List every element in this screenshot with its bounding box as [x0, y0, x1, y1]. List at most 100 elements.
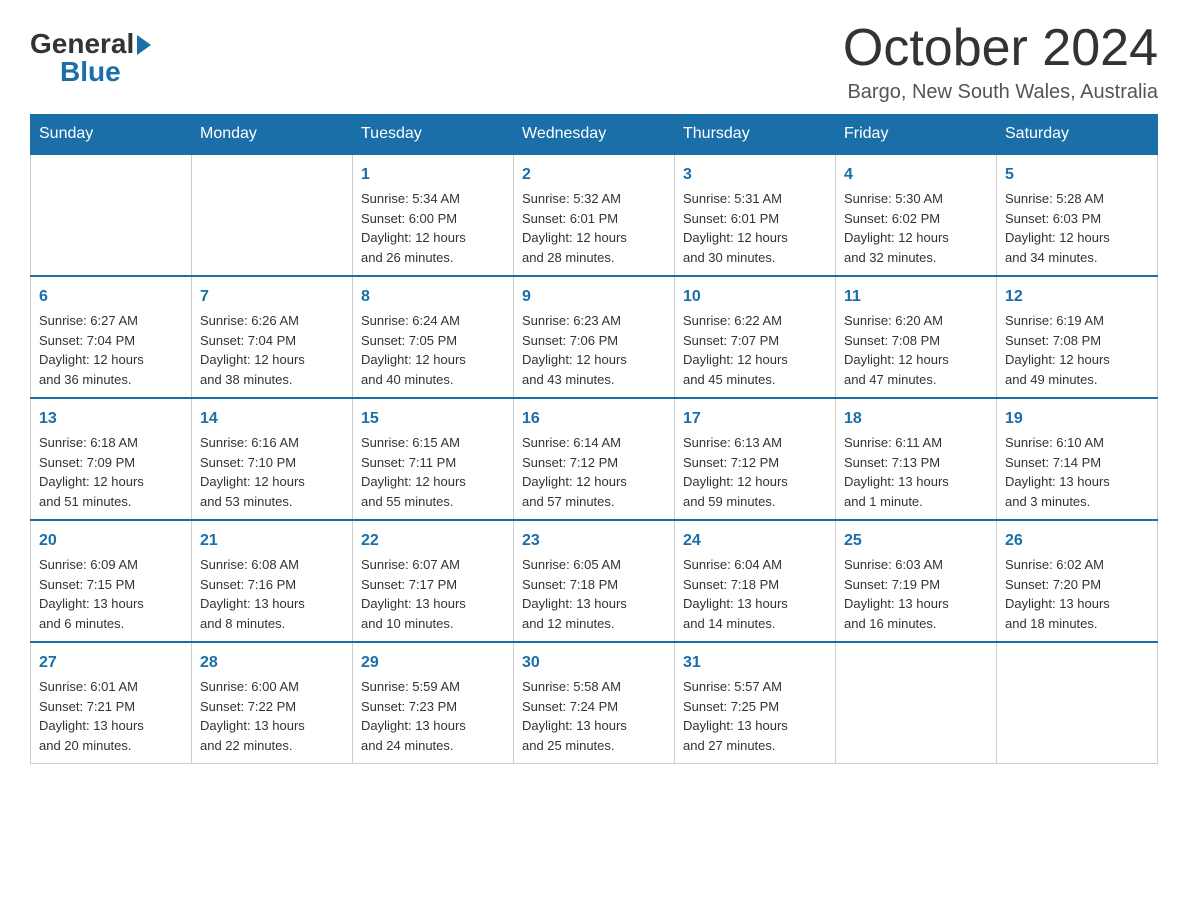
day-info: Sunrise: 6:10 AMSunset: 7:14 PMDaylight:…: [1005, 433, 1149, 511]
day-number: 26: [1005, 529, 1149, 553]
calendar-day-cell: 16Sunrise: 6:14 AMSunset: 7:12 PMDayligh…: [514, 398, 675, 520]
day-info: Sunrise: 5:58 AMSunset: 7:24 PMDaylight:…: [522, 677, 666, 755]
logo-general-text: General: [30, 30, 134, 58]
day-number: 23: [522, 529, 666, 553]
day-info: Sunrise: 6:26 AMSunset: 7:04 PMDaylight:…: [200, 311, 344, 389]
calendar-day-cell: 7Sunrise: 6:26 AMSunset: 7:04 PMDaylight…: [192, 276, 353, 398]
calendar-week-row: 27Sunrise: 6:01 AMSunset: 7:21 PMDayligh…: [31, 642, 1158, 764]
calendar-day-cell: 2Sunrise: 5:32 AMSunset: 6:01 PMDaylight…: [514, 154, 675, 276]
day-info: Sunrise: 5:28 AMSunset: 6:03 PMDaylight:…: [1005, 189, 1149, 267]
header-friday: Friday: [836, 115, 997, 155]
day-number: 17: [683, 407, 827, 431]
calendar-week-row: 20Sunrise: 6:09 AMSunset: 7:15 PMDayligh…: [31, 520, 1158, 642]
day-number: 5: [1005, 163, 1149, 187]
logo-blue-text: Blue: [60, 58, 121, 86]
calendar-day-cell: 13Sunrise: 6:18 AMSunset: 7:09 PMDayligh…: [31, 398, 192, 520]
calendar-day-cell: [836, 642, 997, 764]
day-info: Sunrise: 6:13 AMSunset: 7:12 PMDaylight:…: [683, 433, 827, 511]
day-info: Sunrise: 6:27 AMSunset: 7:04 PMDaylight:…: [39, 311, 183, 389]
day-info: Sunrise: 6:15 AMSunset: 7:11 PMDaylight:…: [361, 433, 505, 511]
page-header: General Blue October 2024 Bargo, New Sou…: [30, 20, 1158, 104]
day-info: Sunrise: 6:04 AMSunset: 7:18 PMDaylight:…: [683, 555, 827, 633]
day-number: 14: [200, 407, 344, 431]
header-tuesday: Tuesday: [353, 115, 514, 155]
day-number: 22: [361, 529, 505, 553]
day-number: 15: [361, 407, 505, 431]
location-title: Bargo, New South Wales, Australia: [843, 81, 1158, 104]
day-info: Sunrise: 6:19 AMSunset: 7:08 PMDaylight:…: [1005, 311, 1149, 389]
calendar-day-cell: 8Sunrise: 6:24 AMSunset: 7:05 PMDaylight…: [353, 276, 514, 398]
day-number: 11: [844, 285, 988, 309]
day-info: Sunrise: 6:05 AMSunset: 7:18 PMDaylight:…: [522, 555, 666, 633]
calendar-day-cell: 15Sunrise: 6:15 AMSunset: 7:11 PMDayligh…: [353, 398, 514, 520]
day-number: 24: [683, 529, 827, 553]
calendar-day-cell: 23Sunrise: 6:05 AMSunset: 7:18 PMDayligh…: [514, 520, 675, 642]
day-info: Sunrise: 6:02 AMSunset: 7:20 PMDaylight:…: [1005, 555, 1149, 633]
calendar-day-cell: 21Sunrise: 6:08 AMSunset: 7:16 PMDayligh…: [192, 520, 353, 642]
calendar-day-cell: 28Sunrise: 6:00 AMSunset: 7:22 PMDayligh…: [192, 642, 353, 764]
calendar-day-cell: 31Sunrise: 5:57 AMSunset: 7:25 PMDayligh…: [675, 642, 836, 764]
calendar-week-row: 6Sunrise: 6:27 AMSunset: 7:04 PMDaylight…: [31, 276, 1158, 398]
calendar-day-cell: 22Sunrise: 6:07 AMSunset: 7:17 PMDayligh…: [353, 520, 514, 642]
day-info: Sunrise: 6:11 AMSunset: 7:13 PMDaylight:…: [844, 433, 988, 511]
day-number: 2: [522, 163, 666, 187]
header-saturday: Saturday: [997, 115, 1158, 155]
header-wednesday: Wednesday: [514, 115, 675, 155]
day-number: 7: [200, 285, 344, 309]
day-info: Sunrise: 5:31 AMSunset: 6:01 PMDaylight:…: [683, 189, 827, 267]
day-info: Sunrise: 6:16 AMSunset: 7:10 PMDaylight:…: [200, 433, 344, 511]
calendar-day-cell: 25Sunrise: 6:03 AMSunset: 7:19 PMDayligh…: [836, 520, 997, 642]
calendar-day-cell: 18Sunrise: 6:11 AMSunset: 7:13 PMDayligh…: [836, 398, 997, 520]
calendar-day-cell: 6Sunrise: 6:27 AMSunset: 7:04 PMDaylight…: [31, 276, 192, 398]
day-number: 20: [39, 529, 183, 553]
calendar-day-cell: 29Sunrise: 5:59 AMSunset: 7:23 PMDayligh…: [353, 642, 514, 764]
header-sunday: Sunday: [31, 115, 192, 155]
day-number: 1: [361, 163, 505, 187]
day-number: 12: [1005, 285, 1149, 309]
calendar-day-cell: 12Sunrise: 6:19 AMSunset: 7:08 PMDayligh…: [997, 276, 1158, 398]
day-info: Sunrise: 5:34 AMSunset: 6:00 PMDaylight:…: [361, 189, 505, 267]
day-number: 27: [39, 651, 183, 675]
day-info: Sunrise: 5:57 AMSunset: 7:25 PMDaylight:…: [683, 677, 827, 755]
day-info: Sunrise: 6:00 AMSunset: 7:22 PMDaylight:…: [200, 677, 344, 755]
day-number: 6: [39, 285, 183, 309]
day-number: 18: [844, 407, 988, 431]
calendar-table: SundayMondayTuesdayWednesdayThursdayFrid…: [30, 114, 1158, 764]
logo-triangle-icon: [137, 35, 151, 55]
calendar-day-cell: 26Sunrise: 6:02 AMSunset: 7:20 PMDayligh…: [997, 520, 1158, 642]
calendar-day-cell: 24Sunrise: 6:04 AMSunset: 7:18 PMDayligh…: [675, 520, 836, 642]
header-monday: Monday: [192, 115, 353, 155]
day-info: Sunrise: 6:23 AMSunset: 7:06 PMDaylight:…: [522, 311, 666, 389]
calendar-day-cell: [31, 154, 192, 276]
calendar-day-cell: 17Sunrise: 6:13 AMSunset: 7:12 PMDayligh…: [675, 398, 836, 520]
day-info: Sunrise: 5:32 AMSunset: 6:01 PMDaylight:…: [522, 189, 666, 267]
calendar-day-cell: 19Sunrise: 6:10 AMSunset: 7:14 PMDayligh…: [997, 398, 1158, 520]
day-info: Sunrise: 6:18 AMSunset: 7:09 PMDaylight:…: [39, 433, 183, 511]
day-info: Sunrise: 6:08 AMSunset: 7:16 PMDaylight:…: [200, 555, 344, 633]
calendar-day-cell: [192, 154, 353, 276]
calendar-day-cell: 1Sunrise: 5:34 AMSunset: 6:00 PMDaylight…: [353, 154, 514, 276]
day-info: Sunrise: 6:07 AMSunset: 7:17 PMDaylight:…: [361, 555, 505, 633]
day-number: 3: [683, 163, 827, 187]
calendar-day-cell: 27Sunrise: 6:01 AMSunset: 7:21 PMDayligh…: [31, 642, 192, 764]
day-info: Sunrise: 6:22 AMSunset: 7:07 PMDaylight:…: [683, 311, 827, 389]
day-info: Sunrise: 6:01 AMSunset: 7:21 PMDaylight:…: [39, 677, 183, 755]
day-info: Sunrise: 5:30 AMSunset: 6:02 PMDaylight:…: [844, 189, 988, 267]
calendar-day-cell: 30Sunrise: 5:58 AMSunset: 7:24 PMDayligh…: [514, 642, 675, 764]
day-number: 31: [683, 651, 827, 675]
calendar-day-cell: 10Sunrise: 6:22 AMSunset: 7:07 PMDayligh…: [675, 276, 836, 398]
day-number: 4: [844, 163, 988, 187]
day-number: 16: [522, 407, 666, 431]
day-number: 30: [522, 651, 666, 675]
day-info: Sunrise: 6:24 AMSunset: 7:05 PMDaylight:…: [361, 311, 505, 389]
day-info: Sunrise: 6:09 AMSunset: 7:15 PMDaylight:…: [39, 555, 183, 633]
calendar-day-cell: 14Sunrise: 6:16 AMSunset: 7:10 PMDayligh…: [192, 398, 353, 520]
title-area: October 2024 Bargo, New South Wales, Aus…: [843, 20, 1158, 104]
calendar-day-cell: 4Sunrise: 5:30 AMSunset: 6:02 PMDaylight…: [836, 154, 997, 276]
calendar-day-cell: 11Sunrise: 6:20 AMSunset: 7:08 PMDayligh…: [836, 276, 997, 398]
day-number: 29: [361, 651, 505, 675]
day-info: Sunrise: 6:14 AMSunset: 7:12 PMDaylight:…: [522, 433, 666, 511]
calendar-day-cell: [997, 642, 1158, 764]
month-title: October 2024: [843, 20, 1158, 77]
calendar-day-cell: 20Sunrise: 6:09 AMSunset: 7:15 PMDayligh…: [31, 520, 192, 642]
